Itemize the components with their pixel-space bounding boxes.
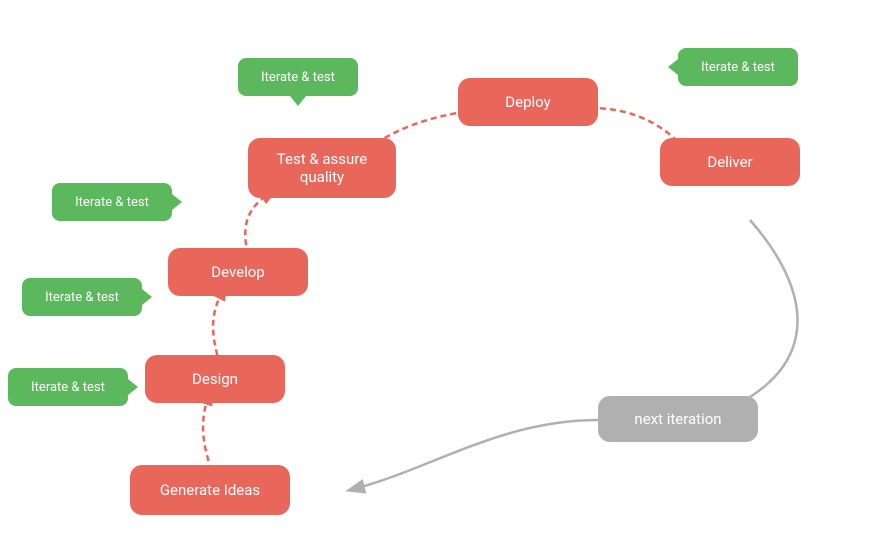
iterate-bubble-3: Iterate & test	[22, 278, 142, 316]
iterate-bubble-1: Iterate & test	[238, 58, 358, 96]
next-iteration-node: next iteration	[598, 396, 758, 442]
iterate-bubble-2: Iterate & test	[52, 183, 172, 221]
deploy-node: Deploy	[458, 78, 598, 126]
generate-ideas-node: Generate Ideas	[130, 465, 290, 515]
deliver-node: Deliver	[660, 138, 800, 186]
design-node: Design	[145, 355, 285, 403]
diagram-container: Generate Ideas Design Develop Test & ass…	[0, 0, 871, 539]
develop-node: Develop	[168, 248, 308, 296]
iterate-bubble-4: Iterate & test	[8, 368, 128, 406]
test-assure-node: Test & assure quality	[248, 138, 396, 198]
iterate-bubble-5: Iterate & test	[678, 48, 798, 86]
